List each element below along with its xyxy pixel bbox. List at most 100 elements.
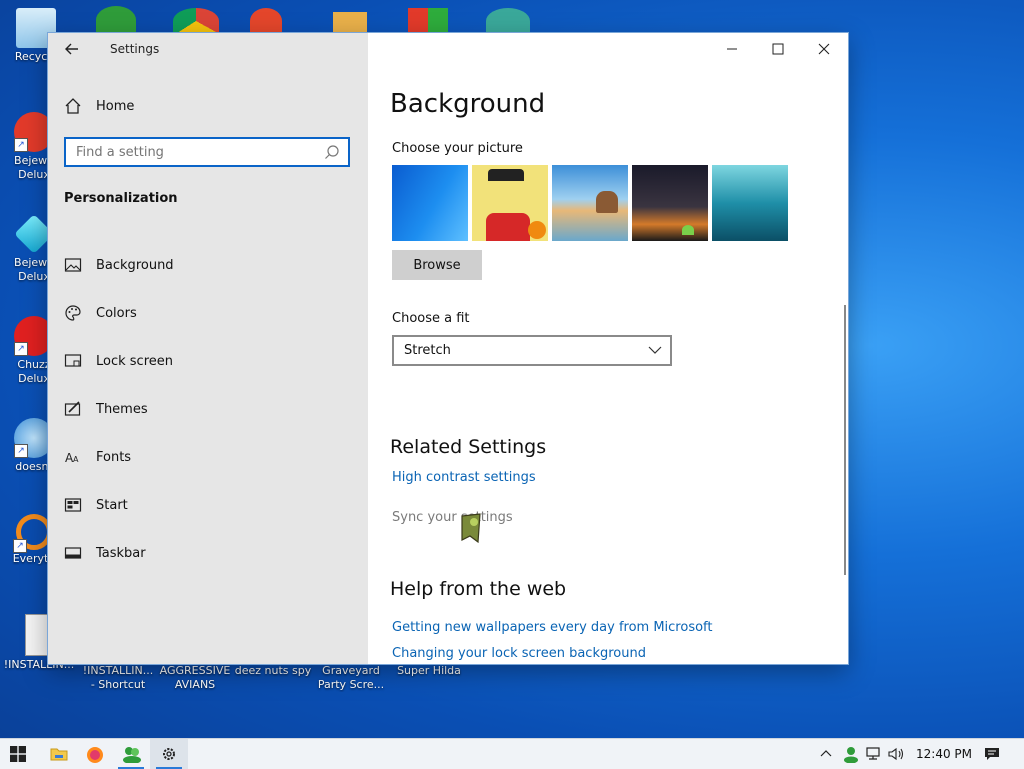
browse-button[interactable]: Browse: [392, 250, 482, 280]
sidebar-item-label: Colors: [96, 305, 137, 321]
desktop-icon-graveyard-party[interactable]: Graveyard Party Scre...: [313, 664, 389, 692]
desktop-icon-label: !INSTALLIN...: [82, 664, 154, 677]
tray-people-icon-button[interactable]: [842, 739, 860, 769]
sidebar-item-label: Start: [96, 497, 128, 513]
sidebar-item-fonts[interactable]: AA Fonts: [48, 433, 368, 481]
taskbar-clock[interactable]: 12:40 PM: [916, 739, 976, 769]
back-button[interactable]: [58, 39, 86, 61]
people-tray-icon: [844, 747, 858, 763]
home-icon: [65, 98, 81, 114]
gear-icon: [163, 748, 175, 760]
close-button[interactable]: [802, 33, 848, 65]
sidebar-item-themes[interactable]: Themes: [48, 385, 368, 433]
sidebar-item-start[interactable]: Start: [48, 481, 368, 529]
desktop-icon-label: - Shortcut: [90, 678, 146, 691]
people-icon: [123, 747, 141, 763]
action-center-button[interactable]: [982, 739, 1002, 769]
folder-icon: [50, 748, 68, 761]
sync-settings-text: Sync your settings: [392, 510, 513, 525]
sidebar-item-background[interactable]: Background: [48, 241, 368, 289]
desktop-icon-character[interactable]: [486, 8, 530, 34]
help-link-lock-screen[interactable]: Changing your lock screen background: [392, 646, 646, 661]
desktop-icon-deez-nuts-spy[interactable]: deez nuts spy: [234, 664, 312, 678]
desktop-icon-label: AGGRESSIVE: [159, 664, 231, 677]
taskbar: 12:40 PM: [0, 738, 1024, 769]
search-box[interactable]: [64, 137, 350, 167]
related-settings-heading: Related Settings: [390, 436, 547, 458]
help-heading: Help from the web: [390, 578, 567, 600]
desktop-icon-office[interactable]: [408, 8, 448, 34]
taskbar-file-explorer[interactable]: [40, 739, 78, 769]
settings-sidebar: Settings Home Personalization Background…: [48, 33, 368, 664]
desktop-icon-label: deez nuts spy: [234, 664, 312, 677]
desktop-icon-folder-tool[interactable]: [333, 12, 367, 34]
window-title: Settings: [110, 42, 160, 56]
sidebar-item-label: Background: [96, 257, 174, 273]
start-icon: [64, 498, 82, 512]
search-input[interactable]: [66, 139, 321, 165]
desktop-icon-super-hilda[interactable]: Super Hilda: [391, 664, 467, 678]
notification-icon: [985, 748, 999, 760]
desktop-icon-label: Super Hilda: [397, 664, 461, 677]
home-nav-item[interactable]: Home: [64, 95, 134, 117]
back-arrow-icon: [65, 43, 78, 55]
desktop-icon-label: Graveyard: [322, 664, 380, 677]
speaker-icon: [888, 747, 904, 761]
sidebar-item-label: Lock screen: [96, 353, 173, 369]
minimize-button[interactable]: [710, 33, 756, 65]
personalization-nav: Background Colors Lock screen Themes AA …: [48, 241, 368, 577]
choose-picture-label: Choose your picture: [392, 141, 523, 156]
sidebar-item-label: Fonts: [96, 449, 132, 465]
thumbnail-night-sky[interactable]: [632, 165, 708, 241]
desktop-icon-installin-2[interactable]: !INSTALLIN... - Shortcut: [80, 664, 156, 692]
page-title: Background: [390, 89, 546, 119]
tray-network[interactable]: [866, 739, 884, 769]
shortcut-arrow-icon: ↗: [14, 444, 28, 458]
sidebar-item-label: Taskbar: [96, 545, 146, 561]
thumbnail-beach-rocks[interactable]: [552, 165, 628, 241]
lock-screen-icon: [64, 354, 82, 367]
maximize-button[interactable]: [756, 33, 802, 65]
taskbar-settings[interactable]: [150, 739, 188, 769]
sidebar-item-colors[interactable]: Colors: [48, 289, 368, 337]
desktop-icon-chrome[interactable]: [173, 8, 219, 34]
firefox-icon: [87, 747, 103, 763]
start-button[interactable]: [0, 739, 38, 769]
taskbar-firefox[interactable]: [76, 739, 114, 769]
cartoon-cap-shape: [488, 169, 524, 181]
close-icon: [818, 43, 830, 55]
settings-content: Background Choose your picture Browse Ch…: [368, 33, 848, 664]
picture-thumbnails: [392, 165, 788, 241]
title-bar[interactable]: Settings: [48, 33, 368, 65]
search-icon[interactable]: [324, 144, 340, 160]
help-link-wallpapers[interactable]: Getting new wallpapers every day from Mi…: [392, 620, 713, 635]
cartoon-shirt-shape: [486, 213, 530, 241]
taskbar-people-app[interactable]: [112, 739, 150, 769]
custom-cursor-icon: [460, 512, 486, 544]
network-icon: [866, 747, 880, 760]
thumbnail-underwater[interactable]: [712, 165, 788, 241]
fit-dropdown[interactable]: Stretch: [392, 335, 672, 366]
taskbar-icon: [64, 547, 82, 559]
choose-fit-label: Choose a fit: [392, 311, 470, 326]
desktop-icon-people[interactable]: [96, 6, 136, 34]
desktop-icon-aggressive-avians[interactable]: AGGRESSIVE AVIANS: [157, 664, 233, 692]
minimize-icon: [727, 48, 737, 50]
tray-overflow-chevron[interactable]: [818, 739, 834, 769]
home-label: Home: [96, 98, 135, 114]
thumbnail-cartoon[interactable]: [472, 165, 548, 241]
picture-icon: [64, 258, 82, 272]
chevron-down-icon: [648, 346, 662, 354]
scrollbar[interactable]: [844, 305, 846, 575]
themes-icon: [64, 401, 81, 416]
palette-icon: [65, 305, 81, 321]
high-contrast-link[interactable]: High contrast settings: [392, 470, 536, 485]
desktop-icon-game-red[interactable]: [250, 8, 282, 34]
thumbnail-windows-blue[interactable]: [392, 165, 468, 241]
tray-volume[interactable]: [888, 739, 906, 769]
sidebar-item-taskbar[interactable]: Taskbar: [48, 529, 368, 577]
chevron-up-icon: [820, 750, 832, 757]
shortcut-arrow-icon: ↗: [14, 138, 28, 152]
section-heading: Personalization: [64, 191, 178, 206]
sidebar-item-lock-screen[interactable]: Lock screen: [48, 337, 368, 385]
